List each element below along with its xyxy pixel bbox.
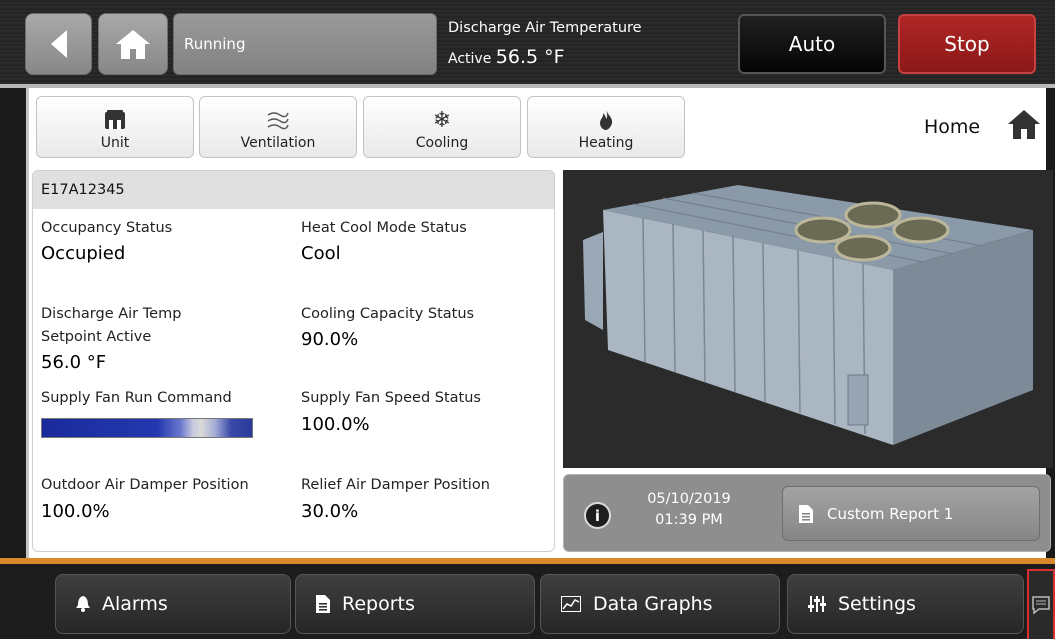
chat-button[interactable] xyxy=(1027,569,1055,639)
back-arrow-icon xyxy=(50,30,67,58)
reports-button[interactable]: Reports xyxy=(295,574,535,634)
date: 05/10/2019 xyxy=(647,491,731,507)
unit-info-panel: E17A12345 Occupancy Status Occupied Heat… xyxy=(32,170,555,552)
active-value: 56.5 °F xyxy=(495,46,565,68)
settings-label: Settings xyxy=(838,593,916,615)
data-graphs-label: Data Graphs xyxy=(593,593,713,615)
alarms-button[interactable]: Alarms xyxy=(55,574,291,634)
chat-icon xyxy=(1032,596,1050,615)
home-label[interactable]: Home xyxy=(924,116,980,138)
sliders-icon xyxy=(808,595,826,613)
discharge-air-temp-active: Active 56.5 °F xyxy=(448,46,565,68)
supply-fan-run-indicator xyxy=(41,418,253,438)
cooling-capacity-label: Cooling Capacity Status xyxy=(301,306,475,322)
stop-button[interactable]: Stop xyxy=(898,14,1036,74)
settings-button[interactable]: Settings xyxy=(787,574,1024,634)
home-icon[interactable] xyxy=(1007,108,1041,144)
tab-heating[interactable]: Heating xyxy=(527,96,685,158)
tab-unit[interactable]: Unit xyxy=(36,96,194,158)
document-icon xyxy=(316,595,330,613)
supply-fan-speed-value: 100.0% xyxy=(301,414,370,435)
info-icon[interactable]: i xyxy=(584,502,611,529)
tab-cooling[interactable]: ❄ Cooling xyxy=(363,96,521,158)
outdoor-air-damper-label: Outdoor Air Damper Position xyxy=(41,477,249,493)
tab-label: Unit xyxy=(100,135,130,151)
home-icon xyxy=(116,30,150,59)
occupancy-status-label: Occupancy Status xyxy=(41,220,173,236)
run-status[interactable]: Running xyxy=(173,13,437,75)
active-label: Active xyxy=(448,51,492,67)
data-graphs-button[interactable]: Data Graphs xyxy=(540,574,780,634)
unit-icon xyxy=(104,109,126,131)
home-button[interactable] xyxy=(98,13,168,75)
ventilation-icon xyxy=(266,109,290,131)
outdoor-air-damper-value: 100.0% xyxy=(41,501,110,522)
dat-setpoint-label-2: Setpoint Active xyxy=(41,329,152,345)
top-bar: Running Discharge Air Temperature Active… xyxy=(0,0,1055,88)
supply-fan-run-label: Supply Fan Run Command xyxy=(41,390,232,406)
status-footer: i 05/10/2019 01:39 PM Custom Report 1 xyxy=(563,474,1051,552)
supply-fan-speed-label: Supply Fan Speed Status xyxy=(301,390,481,406)
tab-label: Heating xyxy=(578,135,634,151)
tab-label: Ventilation xyxy=(240,135,316,151)
dat-setpoint-label: Discharge Air Temp xyxy=(41,304,181,324)
discharge-air-temp-title: Discharge Air Temperature xyxy=(448,20,642,36)
unit-id: E17A12345 xyxy=(33,171,554,209)
document-icon xyxy=(799,504,813,523)
snowflake-icon: ❄ xyxy=(432,107,452,133)
tab-label: Cooling xyxy=(415,135,469,151)
dat-setpoint-label-line1: Discharge Air Temp xyxy=(41,306,182,322)
main-panel: Unit Ventilation ❄ Cooling Heating Home … xyxy=(26,88,1053,558)
heat-cool-mode-label: Heat Cool Mode Status xyxy=(301,220,467,236)
relief-air-damper-label: Relief Air Damper Position xyxy=(301,477,490,493)
relief-air-damper-value: 30.0% xyxy=(301,501,359,522)
auto-button[interactable]: Auto xyxy=(738,14,886,74)
dat-setpoint-value: 56.0 °F xyxy=(41,352,107,373)
bell-icon xyxy=(76,596,90,612)
alarms-label: Alarms xyxy=(102,593,168,615)
cooling-capacity-value: 90.0% xyxy=(301,329,359,350)
bottom-bar: Alarms Reports Data Graphs Settings xyxy=(0,558,1055,639)
graph-icon xyxy=(561,596,581,612)
occupancy-status-value: Occupied xyxy=(41,243,126,264)
flame-icon xyxy=(599,109,613,131)
custom-report-label: Custom Report 1 xyxy=(827,504,954,523)
unit-image xyxy=(563,170,1053,468)
back-button[interactable] xyxy=(25,13,92,75)
reports-label: Reports xyxy=(342,593,415,615)
custom-report-button[interactable]: Custom Report 1 xyxy=(782,486,1040,541)
time: 01:39 PM xyxy=(655,512,723,528)
heat-cool-mode-value: Cool xyxy=(301,243,341,264)
tab-ventilation[interactable]: Ventilation xyxy=(199,96,357,158)
